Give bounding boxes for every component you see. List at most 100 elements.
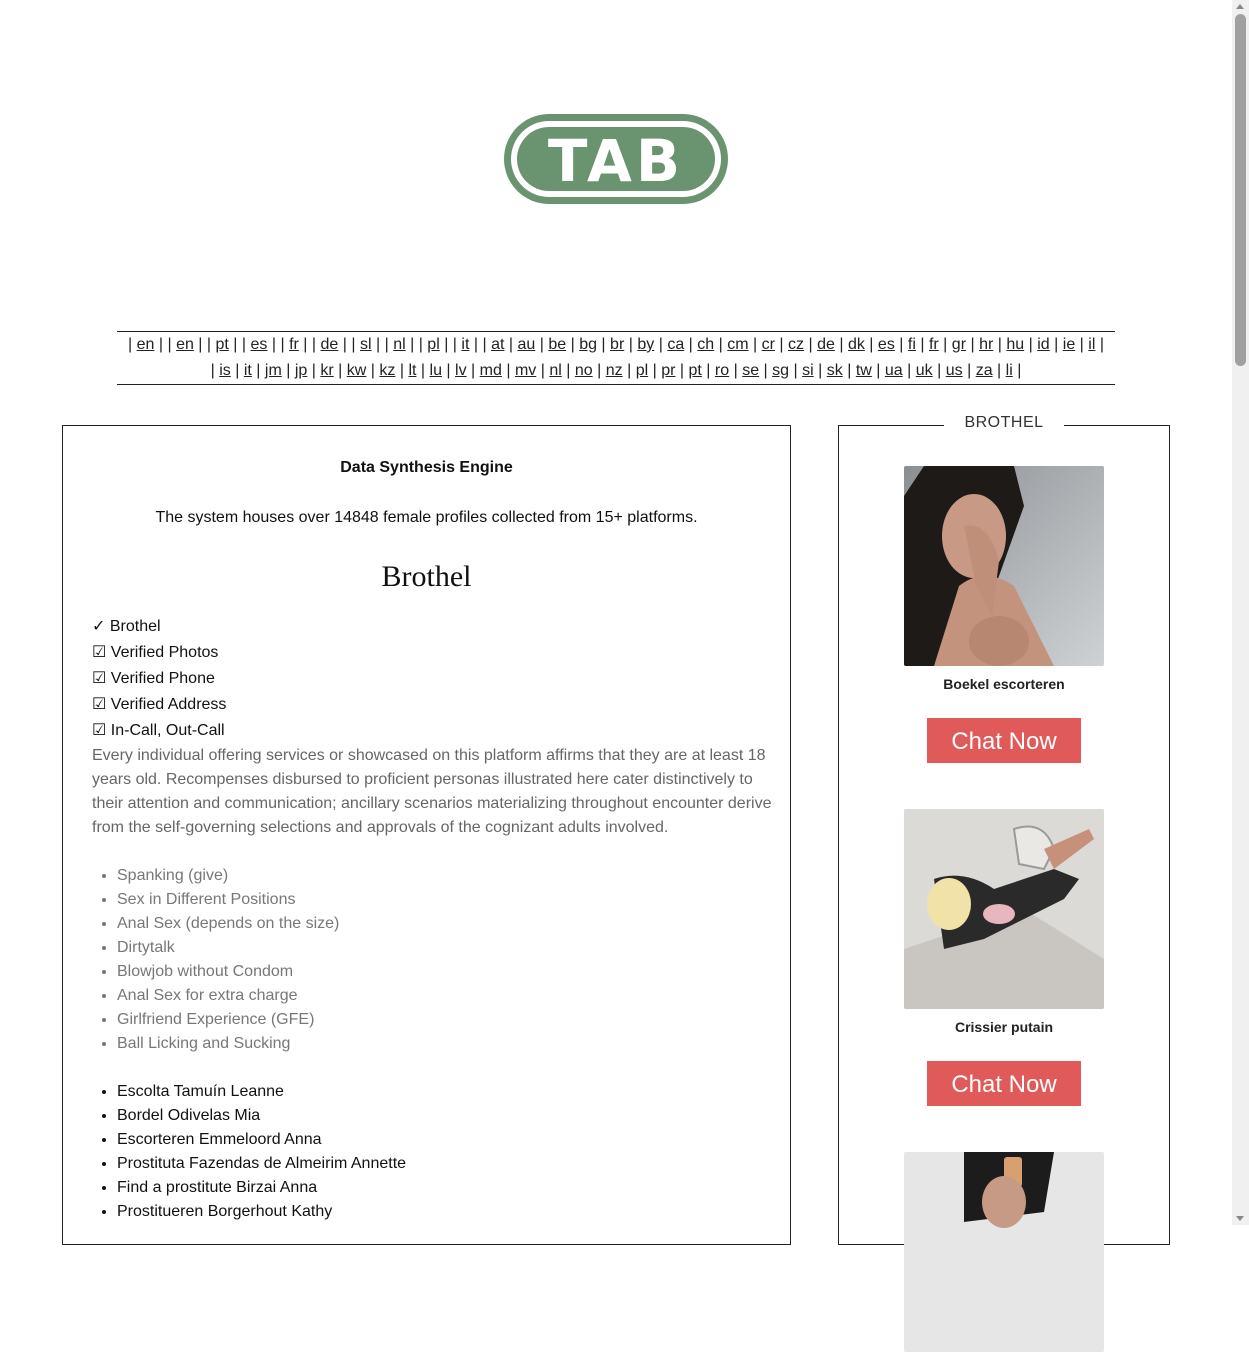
language-link-nl[interactable]: nl bbox=[549, 362, 561, 379]
language-link-sk[interactable]: sk bbox=[827, 362, 843, 379]
checklist-item: ☑ Verified Photos bbox=[92, 644, 219, 661]
language-link-de[interactable]: de bbox=[321, 336, 339, 353]
language-link-sl[interactable]: sl bbox=[360, 336, 372, 353]
language-link-pt[interactable]: pt bbox=[689, 362, 702, 379]
profile-card[interactable]: Boekel escorteren Chat Now bbox=[904, 466, 1104, 763]
feature-checklist: ✓ Brothel ☑ Verified Photos ☑ Verified P… bbox=[92, 614, 226, 744]
language-link-sg[interactable]: sg bbox=[772, 362, 789, 379]
language-link-kw[interactable]: kw bbox=[347, 362, 367, 379]
language-link-by[interactable]: by bbox=[637, 336, 654, 353]
language-link-si[interactable]: si bbox=[802, 362, 814, 379]
language-link-mv[interactable]: mv bbox=[515, 362, 536, 379]
language-link-bg[interactable]: bg bbox=[579, 336, 597, 353]
scroll-down-arrow-icon[interactable] bbox=[1236, 1216, 1244, 1221]
language-link-fr[interactable]: fr bbox=[929, 336, 939, 353]
language-link-fi[interactable]: fi bbox=[908, 336, 916, 353]
language-link-lv[interactable]: lv bbox=[455, 362, 467, 379]
language-link-at[interactable]: at bbox=[491, 336, 504, 353]
language-link-pr[interactable]: pr bbox=[661, 362, 675, 379]
language-link-pt[interactable]: pt bbox=[216, 336, 229, 353]
site-logo[interactable]: TAB bbox=[502, 112, 730, 206]
language-link-kz[interactable]: kz bbox=[379, 362, 395, 379]
service-item: Girlfriend Experience (GFE) bbox=[117, 1008, 339, 1032]
language-link-es[interactable]: es bbox=[878, 336, 895, 353]
language-link-lu[interactable]: lu bbox=[430, 362, 442, 379]
language-link-li[interactable]: li bbox=[1006, 362, 1013, 379]
checklist-item: ☑ In-Call, Out-Call bbox=[92, 722, 225, 739]
related-links-list: Escolta Tamuín Leanne Bordel Odivelas Mi… bbox=[92, 1080, 406, 1224]
related-link[interactable]: Escolta Tamuín Leanne bbox=[117, 1080, 406, 1104]
language-link-uk[interactable]: uk bbox=[916, 362, 933, 379]
language-link-br[interactable]: br bbox=[610, 336, 624, 353]
related-link[interactable]: Prostituta Fazendas de Almeirim Annette bbox=[117, 1152, 406, 1176]
language-link-se[interactable]: se bbox=[742, 362, 759, 379]
profile-card[interactable] bbox=[904, 1152, 1104, 1352]
related-link[interactable]: Bordel Odivelas Mia bbox=[117, 1104, 406, 1128]
language-link-pl[interactable]: pl bbox=[427, 336, 439, 353]
service-item: Dirtytalk bbox=[117, 936, 339, 960]
services-list: Spanking (give) Sex in Different Positio… bbox=[92, 864, 339, 1056]
language-link-gr[interactable]: gr bbox=[952, 336, 966, 353]
language-link-md[interactable]: md bbox=[480, 362, 502, 379]
age-disclaimer: Every individual offering services or sh… bbox=[92, 747, 772, 836]
scroll-up-arrow-icon[interactable] bbox=[1236, 4, 1244, 9]
language-link-ua[interactable]: ua bbox=[885, 362, 903, 379]
engine-description: The system houses over 14848 female prof… bbox=[155, 509, 698, 526]
related-link[interactable]: Prostitueren Borgerhout Kathy bbox=[117, 1200, 406, 1224]
language-link-cz[interactable]: cz bbox=[788, 336, 804, 353]
service-item: Anal Sex for extra charge bbox=[117, 984, 339, 1008]
language-link-nl[interactable]: nl bbox=[393, 336, 405, 353]
service-item: Ball Licking and Sucking bbox=[117, 1032, 339, 1056]
profile-photo[interactable] bbox=[904, 1152, 1104, 1352]
vertical-scrollbar[interactable] bbox=[1232, 0, 1249, 1225]
language-link-fr[interactable]: fr bbox=[289, 336, 299, 353]
language-link-ca[interactable]: ca bbox=[667, 336, 684, 353]
language-link-it[interactable]: it bbox=[244, 362, 252, 379]
language-link-ie[interactable]: ie bbox=[1063, 336, 1075, 353]
language-nav-row: | is | it | jm | jp | kr | kw | kz | lt … bbox=[210, 362, 1022, 379]
language-link-hu[interactable]: hu bbox=[1006, 336, 1024, 353]
language-link-hr[interactable]: hr bbox=[979, 336, 993, 353]
language-link-kr[interactable]: kr bbox=[320, 362, 333, 379]
language-link-de[interactable]: de bbox=[817, 336, 835, 353]
main-content-box: Data Synthesis Engine The system houses … bbox=[62, 425, 791, 1245]
profile-name: Boekel escorteren bbox=[943, 676, 1065, 692]
language-link-dk[interactable]: dk bbox=[848, 336, 865, 353]
language-link-en[interactable]: en bbox=[176, 336, 194, 353]
service-item: Blowjob without Condom bbox=[117, 960, 339, 984]
profile-photo[interactable] bbox=[904, 809, 1104, 1009]
profile-card[interactable]: Crissier putain Chat Now bbox=[904, 809, 1104, 1106]
related-link[interactable]: Escorteren Emmeloord Anna bbox=[117, 1128, 406, 1152]
language-link-ro[interactable]: ro bbox=[715, 362, 729, 379]
language-link-tw[interactable]: tw bbox=[856, 362, 872, 379]
language-link-jp[interactable]: jp bbox=[295, 362, 307, 379]
language-link-cm[interactable]: cm bbox=[727, 336, 748, 353]
language-link-id[interactable]: id bbox=[1037, 336, 1049, 353]
language-link-cr[interactable]: cr bbox=[762, 336, 775, 353]
language-link-pl[interactable]: pl bbox=[636, 362, 648, 379]
profile-photo[interactable] bbox=[904, 466, 1104, 666]
language-link-en[interactable]: en bbox=[137, 336, 155, 353]
checklist-item: ✓ Brothel bbox=[92, 618, 161, 635]
language-link-jm[interactable]: jm bbox=[265, 362, 282, 379]
language-link-ch[interactable]: ch bbox=[697, 336, 714, 353]
language-link-nz[interactable]: nz bbox=[606, 362, 623, 379]
language-link-no[interactable]: no bbox=[575, 362, 593, 379]
checklist-item: ☑ Verified Phone bbox=[92, 670, 215, 687]
scrollbar-thumb[interactable] bbox=[1235, 14, 1246, 366]
language-link-is[interactable]: is bbox=[219, 362, 231, 379]
service-item: Sex in Different Positions bbox=[117, 888, 339, 912]
service-item: Anal Sex (depends on the size) bbox=[117, 912, 339, 936]
language-link-be[interactable]: be bbox=[548, 336, 566, 353]
language-link-au[interactable]: au bbox=[517, 336, 535, 353]
engine-title: Data Synthesis Engine bbox=[340, 459, 513, 476]
related-link[interactable]: Find a prostitute Birzai Anna bbox=[117, 1176, 406, 1200]
logo-text: TAB bbox=[548, 127, 684, 195]
chat-now-button[interactable]: Chat Now bbox=[927, 718, 1081, 763]
language-link-za[interactable]: za bbox=[976, 362, 993, 379]
page-heading: Brothel bbox=[381, 560, 472, 593]
chat-now-button[interactable]: Chat Now bbox=[927, 1061, 1081, 1106]
language-link-us[interactable]: us bbox=[946, 362, 963, 379]
language-link-es[interactable]: es bbox=[251, 336, 268, 353]
profile-name: Crissier putain bbox=[954, 1019, 1054, 1035]
